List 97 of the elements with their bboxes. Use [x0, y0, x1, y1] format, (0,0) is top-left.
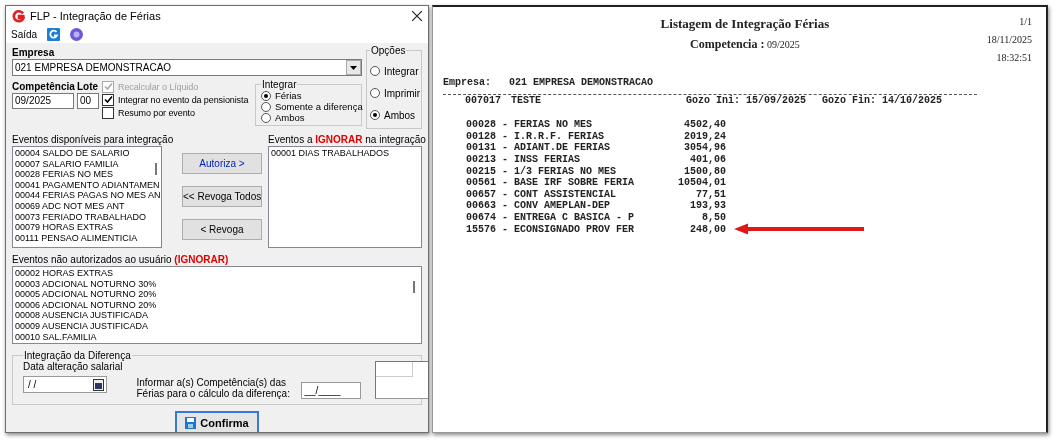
employee-code: 007017 — [465, 95, 501, 106]
list-item[interactable]: 00111 PENSAO ALIMENTICIA — [15, 232, 159, 244]
close-icon[interactable] — [412, 11, 422, 21]
company-dropdown[interactable]: 021 EMPRESA DEMONSTRACAO — [12, 59, 362, 76]
event-name: 00128 - I.R.R.F. FERIAS — [466, 130, 606, 142]
assistant-icon[interactable] — [70, 28, 84, 41]
event-value: 77,51 — [695, 188, 726, 200]
field-label: Data alteração salarial — [23, 361, 123, 372]
field-label: Lote — [77, 80, 99, 93]
scrollbar-thumb[interactable] — [413, 281, 415, 293]
checkbox-label: Recalcular o Líquido — [118, 81, 199, 92]
batch-field[interactable]: 00 — [77, 93, 99, 109]
event-value: 1500,80 — [683, 165, 726, 177]
competence-value: 09/2025 — [766, 39, 800, 50]
report-title: Listagem de Integração Férias — [659, 16, 831, 32]
list-caption: Eventos a IGNORAR na integração — [268, 133, 426, 146]
group-title: Opções — [370, 45, 407, 56]
event-value: 3054,96 — [683, 142, 726, 154]
event-name: 00561 - BASE IRF SOBRE FERIA — [466, 177, 636, 189]
event-name: 00663 - CONV AMEPLAN-DEP — [466, 200, 612, 212]
scrollbar-thumb[interactable] — [155, 163, 157, 175]
event-value: 248,00 — [689, 223, 726, 235]
competence-field[interactable]: 09/2025 — [12, 93, 74, 109]
list-item[interactable]: 00069 ADC NOT MES ANT — [15, 200, 159, 212]
list-item[interactable]: 00079 HORAS EXTRAS — [15, 222, 159, 233]
event-name: 00028 - FERIAS NO MES — [466, 119, 594, 131]
radio-button[interactable] — [261, 112, 271, 123]
list-item[interactable]: 00028 FERIAS NO MES — [15, 169, 159, 180]
option-label: Somente a diferença — [275, 101, 363, 112]
list-caption: Eventos disponíveis para integração — [12, 133, 174, 146]
event-name: 00657 - CONT ASSISTENCIAL — [466, 188, 618, 200]
employee-name: TESTE — [511, 95, 543, 106]
list-item[interactable]: 00009 AUSENCIA JUSTIFICADA — [15, 320, 419, 332]
vacation-end: Gozo Fin: 14/10/2025 — [822, 95, 943, 106]
option-label: Integrar — [384, 65, 419, 77]
list-caption: Eventos não autorizados ao usuário (IGNORAR) — [12, 253, 229, 266]
checkbox[interactable] — [102, 93, 114, 106]
field-label: Competência — [12, 80, 75, 93]
calendar-icon[interactable] — [93, 378, 104, 391]
option-label: Imprimir — [384, 87, 421, 99]
app-logo-icon[interactable] — [47, 28, 61, 41]
company-name: 021 EMPRESA DEMONSTRACAO — [509, 77, 654, 88]
confirm-button[interactable]: Confirma — [175, 411, 259, 432]
date-field[interactable]: / / — [23, 376, 107, 393]
event-value: 10504,01 — [677, 177, 726, 189]
list-item[interactable]: 00010 SAL.FAMILIA — [15, 331, 419, 343]
action-button[interactable]: < Revoga — [182, 219, 262, 240]
list-item[interactable]: 00003 ADCIONAL NOTURNO 30% — [15, 278, 419, 290]
group-title: Integrar — [261, 79, 298, 90]
event-name: 00213 - INSS FERIAS — [466, 154, 582, 166]
checkbox-label: Integrar no evento da pensionista — [118, 94, 249, 105]
list-item[interactable]: 00002 HORAS EXTRAS — [15, 268, 419, 279]
list-item[interactable]: 00041 PAGAMENTO ADIANTAMEN — [15, 179, 159, 191]
field-label: Empresa — [12, 46, 55, 59]
event-name: 00131 - ADIANT.DE FERIAS — [466, 142, 612, 154]
event-name: 00215 - 1/3 FERIAS NO MES — [466, 165, 618, 177]
list-item[interactable]: 00044 FERIAS PAGAS NO MES AN — [15, 190, 159, 201]
vacation-start: Gozo Ini: 15/09/2025 — [686, 95, 807, 106]
field-label: Empresa: — [443, 77, 491, 88]
list-item[interactable]: 00001 DIAS TRABALHADOS — [271, 148, 419, 159]
list-item[interactable]: 00004 SALDO DE SALARIO — [15, 148, 159, 159]
page-number: 1/1 — [1018, 16, 1032, 27]
field-label: Competencia : — [690, 37, 765, 51]
event-name: 00674 - ENTREGA C BASICA - P — [466, 212, 636, 224]
event-value: 8,50 — [701, 212, 726, 224]
checkbox[interactable] — [102, 106, 114, 119]
app-logo-icon — [12, 9, 25, 23]
report-date: 18/11/2025 — [986, 34, 1032, 45]
radio-button[interactable] — [370, 88, 380, 98]
competence-field[interactable]: __/____ — [300, 382, 361, 399]
event-value: 2019,24 — [683, 130, 726, 142]
option-label: Férias — [275, 90, 302, 101]
list-item[interactable]: 00006 ADCIONAL NOTURNO 20% — [15, 299, 419, 311]
event-value: 4502,40 — [683, 119, 726, 131]
radio-button[interactable] — [261, 101, 271, 112]
list-item[interactable]: 00005 ADCIONAL NOTURNO 20% — [15, 289, 419, 300]
radio-button[interactable] — [370, 110, 380, 120]
window-title: FLP - Integração de Férias — [30, 10, 162, 22]
action-button[interactable]: Autoriza > — [182, 153, 262, 174]
event-value: 193,93 — [689, 200, 726, 212]
action-button[interactable]: << Revoga Todos — [182, 186, 262, 207]
option-label: Ambos — [384, 109, 416, 121]
list-item[interactable]: 00007 SALARIO FAMILIA — [15, 158, 159, 170]
report-time: 18:32:51 — [995, 52, 1032, 63]
dropdown-arrow-icon[interactable] — [350, 65, 357, 70]
option-label: Ambos — [275, 112, 305, 123]
field-label: Informar a(s) Competência(s) das Férias para o cálculo da diferença: — [136, 377, 291, 399]
list-item[interactable]: 00008 AUSENCIA JUSTIFICADA — [15, 310, 419, 321]
radio-button[interactable] — [370, 66, 380, 76]
event-name: 15576 - ECONSIGNADO PROV FER — [466, 223, 636, 235]
event-value: 401,06 — [689, 154, 726, 166]
radio-button[interactable] — [261, 90, 271, 101]
checkbox-label: Resumo por evento — [118, 107, 195, 118]
list-item[interactable]: 00073 FERIADO TRABALHADO — [15, 211, 159, 223]
save-icon — [185, 417, 197, 429]
group-title: Integração da Diferença — [23, 350, 132, 361]
menu-item[interactable]: Saída — [11, 29, 38, 40]
